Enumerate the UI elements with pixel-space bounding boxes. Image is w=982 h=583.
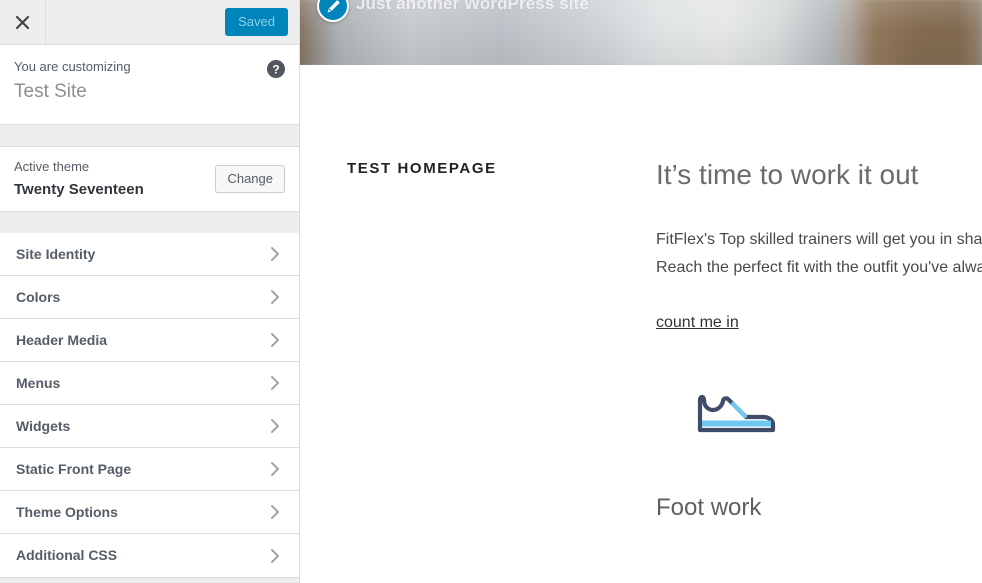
sidebar-item-colors[interactable]: Colors <box>0 276 299 319</box>
customizer-topbar: Saved <box>0 0 299 45</box>
preview-main-content: It’s time to work it out FitFlex's Top s… <box>656 157 982 524</box>
change-theme-button[interactable]: Change <box>215 164 285 193</box>
sidebar-item-label: Header Media <box>16 331 108 348</box>
sidebar-item-label: Site Identity <box>16 245 96 262</box>
active-theme-name: Twenty Seventeen <box>14 180 144 198</box>
customizing-eyebrow: You are customizing <box>14 59 131 74</box>
preview-paragraph-line1: FitFlex's Top skilled trainers will get … <box>656 231 982 249</box>
sidebar-item-label: Static Front Page <box>16 460 132 477</box>
chevron-right-icon <box>265 502 285 522</box>
svg-text:?: ? <box>272 63 279 77</box>
active-theme-panel: Active theme Twenty Seventeen Change <box>0 146 299 212</box>
customizer-sidebar: Saved You are customizing Test Site ? Ac… <box>0 0 300 583</box>
chevron-right-icon <box>265 287 285 307</box>
preview-site-title[interactable]: TEST HOMEPAGE <box>347 160 497 177</box>
sneaker-icon <box>695 384 982 441</box>
chevron-right-icon <box>265 416 285 436</box>
count-me-in-link[interactable]: count me in <box>656 314 739 332</box>
save-button[interactable]: Saved <box>225 7 288 37</box>
site-preview-pane[interactable]: Just another WordPress site TEST HOMEPAG… <box>300 0 982 583</box>
customizing-info: You are customizing Test Site ? <box>0 45 299 125</box>
chevron-right-icon <box>265 546 285 566</box>
chevron-right-icon <box>265 459 285 479</box>
active-theme-text: Active theme Twenty Seventeen <box>14 157 215 200</box>
close-icon <box>15 15 30 30</box>
preview-header-image: Just another WordPress site <box>300 0 982 65</box>
sidebar-item-static-front-page[interactable]: Static Front Page <box>0 448 299 491</box>
sidebar-item-label: Colors <box>16 288 61 305</box>
preview-paragraph-line2: Reach the perfect fit with the outfit yo… <box>656 258 982 276</box>
sidebar-item-label: Theme Options <box>16 503 118 520</box>
active-theme-label: Active theme <box>14 159 90 175</box>
sidebar-gap-sections <box>0 212 299 233</box>
customizer-sections-list: Site Identity Colors Header Media Menus <box>0 233 299 578</box>
preview-body: TEST HOMEPAGE It’s time to work it out F… <box>300 65 982 583</box>
sidebar-item-additional-css[interactable]: Additional CSS <box>0 534 299 577</box>
chevron-right-icon <box>265 373 285 393</box>
customizer-screen: Saved You are customizing Test Site ? Ac… <box>0 0 982 583</box>
sidebar-item-label: Additional CSS <box>16 547 118 564</box>
help-icon[interactable]: ? <box>266 59 286 79</box>
close-customizer-button[interactable] <box>0 0 46 44</box>
site-name-title: Test Site <box>14 80 87 102</box>
sidebar-item-widgets[interactable]: Widgets <box>0 405 299 448</box>
preview-heading: It’s time to work it out <box>656 159 919 190</box>
sidebar-gap-top <box>0 125 299 146</box>
sidebar-item-theme-options[interactable]: Theme Options <box>0 491 299 534</box>
sidebar-item-label: Widgets <box>16 417 71 434</box>
sidebar-item-menus[interactable]: Menus <box>0 362 299 405</box>
chevron-right-icon <box>265 330 285 350</box>
sidebar-item-label: Menus <box>16 374 61 391</box>
sidebar-item-header-media[interactable]: Header Media <box>0 319 299 362</box>
preview-section-heading: Foot work <box>656 494 762 522</box>
site-tagline: Just another WordPress site <box>356 0 589 13</box>
chevron-right-icon <box>265 244 285 264</box>
sidebar-item-site-identity[interactable]: Site Identity <box>0 233 299 276</box>
